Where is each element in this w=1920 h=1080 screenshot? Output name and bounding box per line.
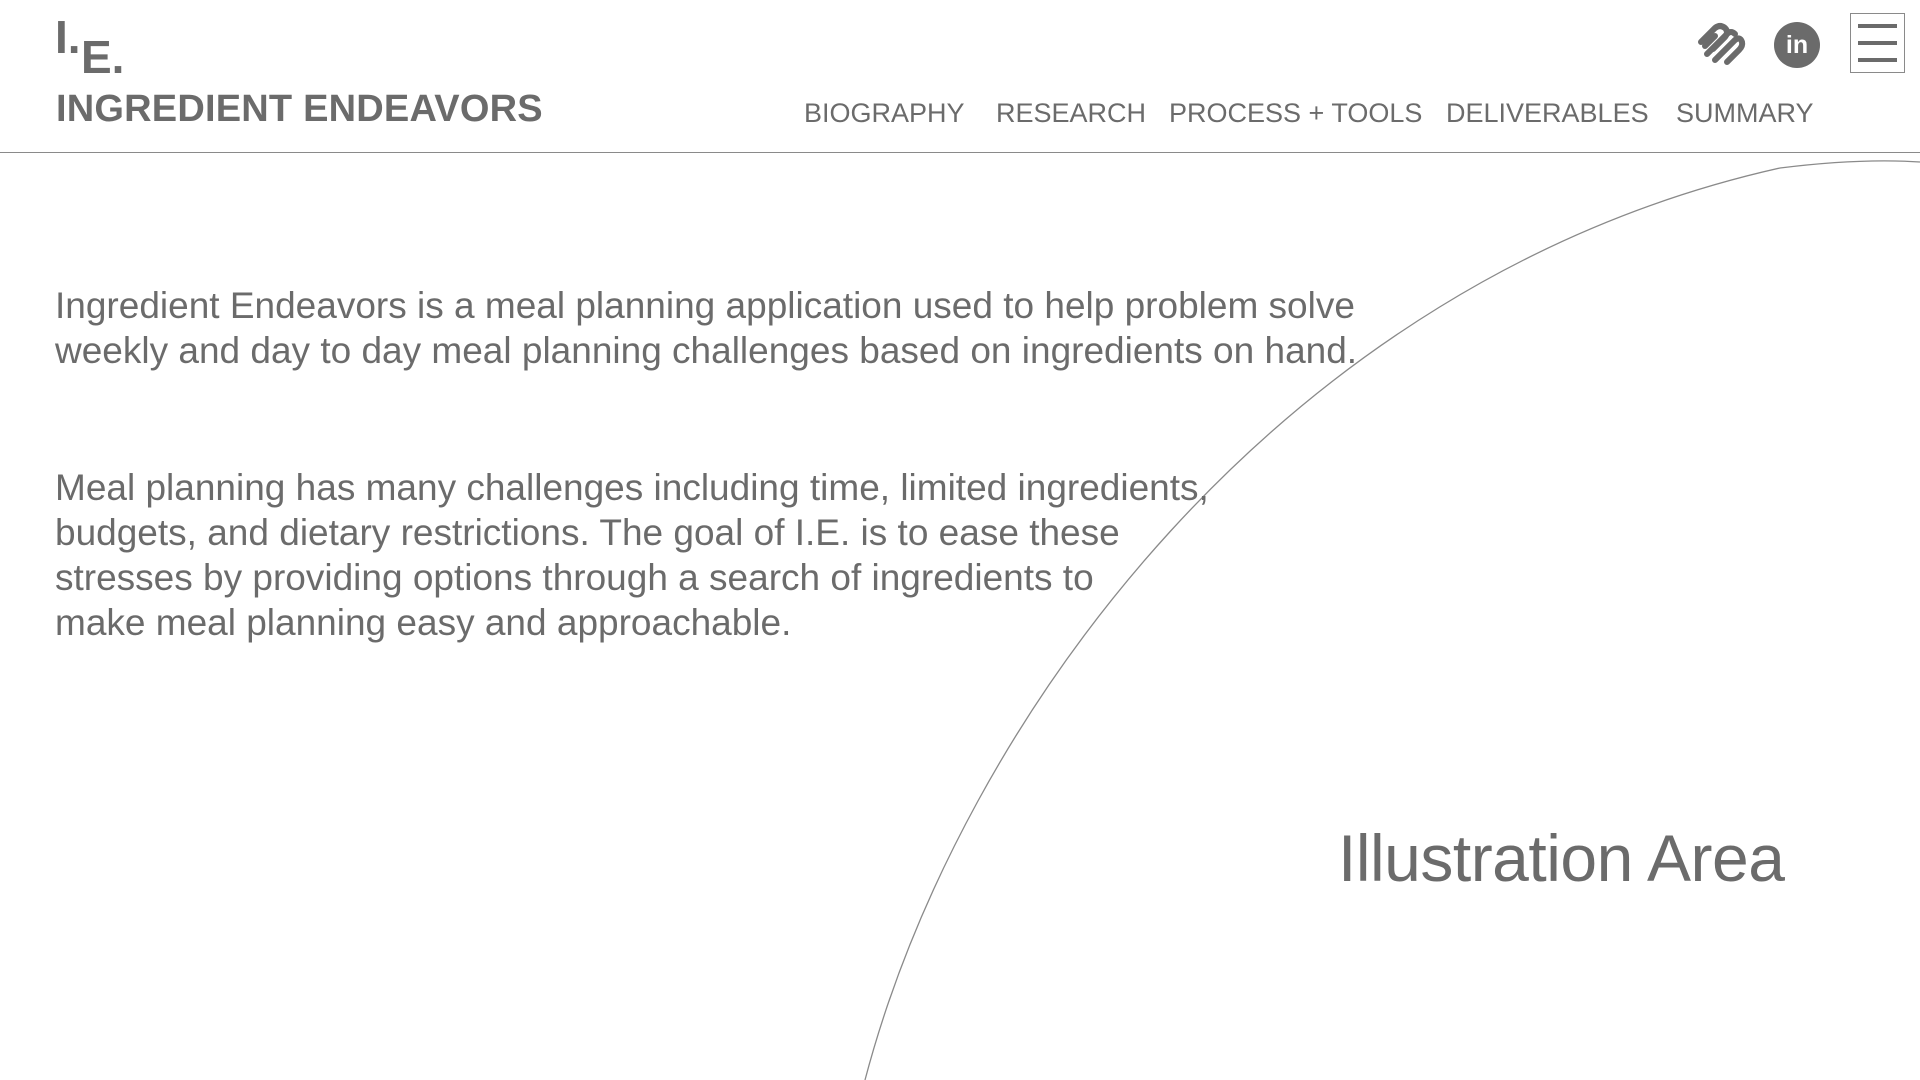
goal-paragraph: Meal planning has many challenges includ…	[55, 465, 1295, 645]
goal-line-2: budgets, and dietary restrictions. The g…	[55, 512, 1120, 553]
intro-line-1: Ingredient Endeavors is a meal planning …	[55, 285, 1355, 326]
logo-letter-i: I.	[55, 11, 81, 63]
brand-name[interactable]: INGREDIENT ENDEAVORS	[56, 88, 543, 131]
nav-item-biography[interactable]: BIOGRAPHY	[804, 98, 965, 129]
menu-bar-middle	[1858, 41, 1897, 45]
goal-line-4: make meal planning easy and approachable…	[55, 602, 792, 643]
illustration-area-label: Illustration Area	[1338, 821, 1785, 895]
logo-mark[interactable]: I. E.	[55, 14, 175, 84]
hamburger-menu-icon[interactable]	[1850, 13, 1905, 73]
site-header: I. E. INGREDIENT ENDEAVORS BIOGRAPHY RES…	[0, 0, 1920, 153]
logo-letter-e: E.	[81, 31, 125, 83]
menu-bar-top	[1858, 24, 1897, 28]
intro-paragraph: Ingredient Endeavors is a meal planning …	[55, 283, 1435, 373]
nav-item-summary[interactable]: SUMMARY	[1676, 98, 1814, 129]
nav-item-deliverables[interactable]: DELIVERABLES	[1446, 98, 1649, 129]
linkedin-icon[interactable]: in	[1774, 22, 1820, 68]
nav-item-research[interactable]: RESEARCH	[996, 98, 1146, 129]
goal-line-1: Meal planning has many challenges includ…	[55, 467, 1209, 508]
goal-line-3: stresses by providing options through a …	[55, 557, 1094, 598]
squarespace-icon[interactable]	[1693, 20, 1747, 68]
menu-bar-bottom	[1858, 58, 1897, 62]
intro-line-2: weekly and day to day meal planning chal…	[55, 330, 1358, 371]
nav-item-process-tools[interactable]: PROCESS + TOOLS	[1169, 98, 1422, 129]
